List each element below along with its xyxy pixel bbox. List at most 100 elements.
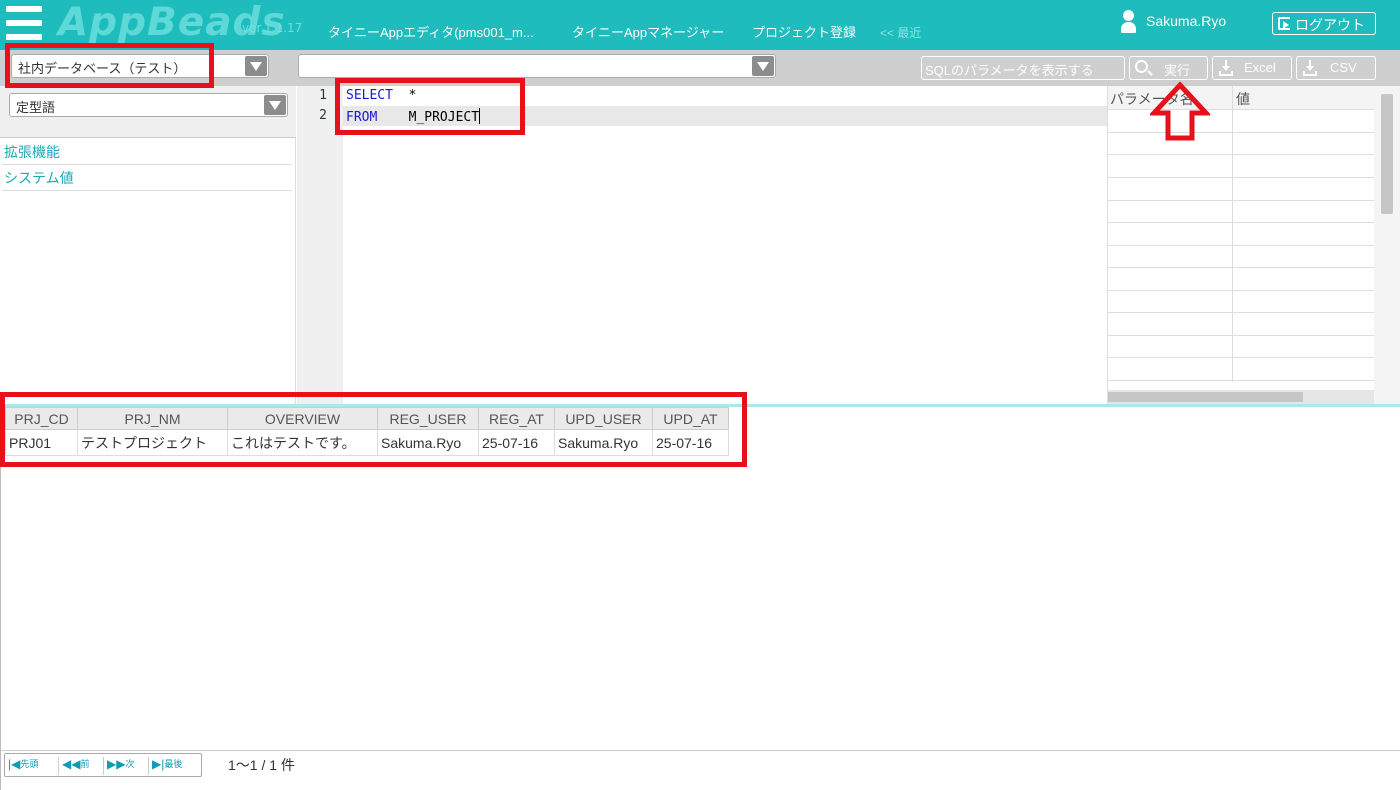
- next-page-icon: ▶▶: [107, 757, 126, 771]
- table-cell[interactable]: PRJ01: [5, 429, 78, 456]
- params-horizontal-scrollbar[interactable]: [1108, 390, 1374, 404]
- nav-link-tiny-app-manager[interactable]: タイニーAppマネージャー: [572, 22, 724, 41]
- footer-bar: |◀先頭 ◀◀前 ▶▶次 ▶|最後 1～1 / 1 件: [0, 750, 1400, 790]
- nav-link-tiny-app-editor[interactable]: タイニーAppエディタ(pms001_m...: [328, 22, 534, 41]
- table-cell[interactable]: テストプロジェクト: [77, 429, 228, 456]
- editor-gutter: 1 2: [297, 86, 343, 404]
- excel-label: Excel: [1244, 60, 1276, 75]
- table-cell[interactable]: 25-07-16: [652, 429, 729, 456]
- left-link-system-values[interactable]: システム値: [4, 168, 74, 188]
- line-number: 2: [319, 108, 327, 123]
- sql-text: M_PROJECT: [377, 110, 480, 125]
- download-icon: [1303, 60, 1317, 76]
- params-table-header: パラメータ名 値: [1108, 86, 1374, 110]
- left-link-extensions[interactable]: 拡張機能: [4, 142, 60, 162]
- pager-last-label: 最後: [164, 759, 183, 769]
- params-column-value: 値: [1236, 91, 1250, 107]
- app-version: ver.1.1.17: [242, 21, 303, 35]
- params-row[interactable]: [1108, 222, 1374, 223]
- chevron-down-icon: [752, 56, 774, 76]
- pager-prev-label: 前: [80, 759, 90, 769]
- text-cursor: [479, 108, 481, 124]
- params-row[interactable]: [1108, 357, 1374, 358]
- params-row[interactable]: [1108, 312, 1374, 313]
- page-info: 1～1 / 1 件: [228, 757, 295, 773]
- params-vertical-scrollbar[interactable]: [1374, 86, 1400, 404]
- results-column-header[interactable]: REG_USER: [377, 407, 479, 430]
- prev-page-icon: ◀◀: [62, 757, 81, 771]
- table-cell[interactable]: Sakuma.Ryo: [554, 429, 653, 456]
- results-column-header[interactable]: PRJ_CD: [5, 407, 78, 430]
- user-icon: [1120, 10, 1136, 34]
- pager-next-label: 次: [125, 759, 135, 769]
- run-button[interactable]: 実行: [1129, 56, 1208, 80]
- database-select[interactable]: 社内データベース（テスト）: [11, 54, 269, 78]
- app-root: AppBeads ver.1.1.17 タイニーAppエディタ(pms001_m…: [0, 0, 1400, 790]
- nav-recent-link[interactable]: << 最近: [880, 24, 921, 41]
- divider: [148, 757, 149, 775]
- excel-download-button[interactable]: Excel: [1212, 56, 1292, 80]
- table-cell[interactable]: これはテストです。: [227, 429, 378, 456]
- params-column-divider: [1232, 86, 1233, 382]
- results-header-row: PRJ_CD PRJ_NM OVERVIEW REG_USER REG_AT U…: [5, 407, 729, 430]
- params-row[interactable]: [1108, 154, 1374, 155]
- phrase-select[interactable]: 定型語: [9, 93, 288, 117]
- chevron-down-icon: [245, 56, 267, 76]
- pager-first-label: 先頭: [20, 759, 39, 769]
- pager-first-button[interactable]: |◀先頭: [8, 757, 38, 775]
- results-column-header[interactable]: PRJ_NM: [77, 407, 228, 430]
- hamburger-menu-icon[interactable]: [6, 4, 42, 42]
- phrase-select-value: 定型語: [16, 101, 56, 116]
- sql-editor[interactable]: SELECT * FROM M_PROJECT: [343, 86, 1107, 404]
- nav-link-project-registration[interactable]: プロジェクト登録: [752, 22, 856, 41]
- params-row[interactable]: [1108, 335, 1374, 336]
- params-row[interactable]: [1108, 245, 1374, 246]
- show-sql-params-label: SQLのパラメータを表示する: [925, 63, 1094, 78]
- params-row[interactable]: [1108, 177, 1374, 178]
- query-select[interactable]: [298, 54, 776, 78]
- table-row[interactable]: PRJ01 テストプロジェクト これはテストです。 Sakuma.Ryo 25-…: [5, 429, 729, 456]
- line-number: 1: [319, 88, 327, 103]
- sql-keyword: SELECT: [346, 88, 393, 103]
- chevron-down-icon: [264, 95, 286, 115]
- phrase-select-area: 定型語: [0, 86, 296, 138]
- logout-label: ログアウト: [1295, 17, 1365, 33]
- search-icon: [1135, 60, 1148, 73]
- results-column-header[interactable]: UPD_USER: [554, 407, 653, 430]
- params-row[interactable]: [1108, 267, 1374, 268]
- pager: |◀先頭 ◀◀前 ▶▶次 ▶|最後: [4, 753, 202, 777]
- code-line-1: SELECT *: [346, 88, 416, 103]
- logout-icon: [1278, 17, 1290, 30]
- toolbar: 社内データベース（テスト） SQLのパラメータを表示する 実行 Excel CS…: [0, 50, 1400, 86]
- header-bar: AppBeads ver.1.1.17 タイニーAppエディタ(pms001_m…: [0, 0, 1400, 50]
- table-cell[interactable]: Sakuma.Ryo: [377, 429, 479, 456]
- params-row[interactable]: [1108, 132, 1374, 133]
- csv-label: CSV: [1330, 60, 1357, 75]
- left-panel: 定型語 拡張機能 システム値: [0, 86, 296, 404]
- csv-download-button[interactable]: CSV: [1296, 56, 1376, 80]
- pager-last-button[interactable]: ▶|最後: [152, 757, 182, 775]
- table-cell[interactable]: 25-07-16: [478, 429, 555, 456]
- divider: [58, 757, 59, 775]
- logout-button[interactable]: ログアウト: [1272, 12, 1376, 35]
- download-icon: [1219, 60, 1233, 76]
- first-page-icon: |◀: [8, 757, 21, 771]
- user-name: Sakuma.Ryo: [1146, 13, 1227, 29]
- results-column-header[interactable]: UPD_AT: [652, 407, 729, 430]
- params-table: パラメータ名 値: [1107, 86, 1400, 404]
- params-row[interactable]: [1108, 290, 1374, 291]
- divider: [2, 190, 292, 191]
- params-column-name: パラメータ名: [1110, 91, 1194, 107]
- params-row[interactable]: [1108, 380, 1374, 381]
- params-row[interactable]: [1108, 200, 1374, 201]
- show-sql-params-button[interactable]: SQLのパラメータを表示する: [921, 56, 1125, 80]
- results-table: PRJ_CD PRJ_NM OVERVIEW REG_USER REG_AT U…: [5, 407, 729, 456]
- results-column-header[interactable]: REG_AT: [478, 407, 555, 430]
- pager-prev-button[interactable]: ◀◀前: [62, 757, 89, 775]
- divider: [2, 164, 292, 165]
- pager-next-button[interactable]: ▶▶次: [107, 757, 134, 775]
- results-column-header[interactable]: OVERVIEW: [227, 407, 378, 430]
- sql-text: *: [392, 88, 417, 103]
- code-line-2: FROM M_PROJECT: [346, 108, 481, 125]
- run-label: 実行: [1164, 63, 1191, 78]
